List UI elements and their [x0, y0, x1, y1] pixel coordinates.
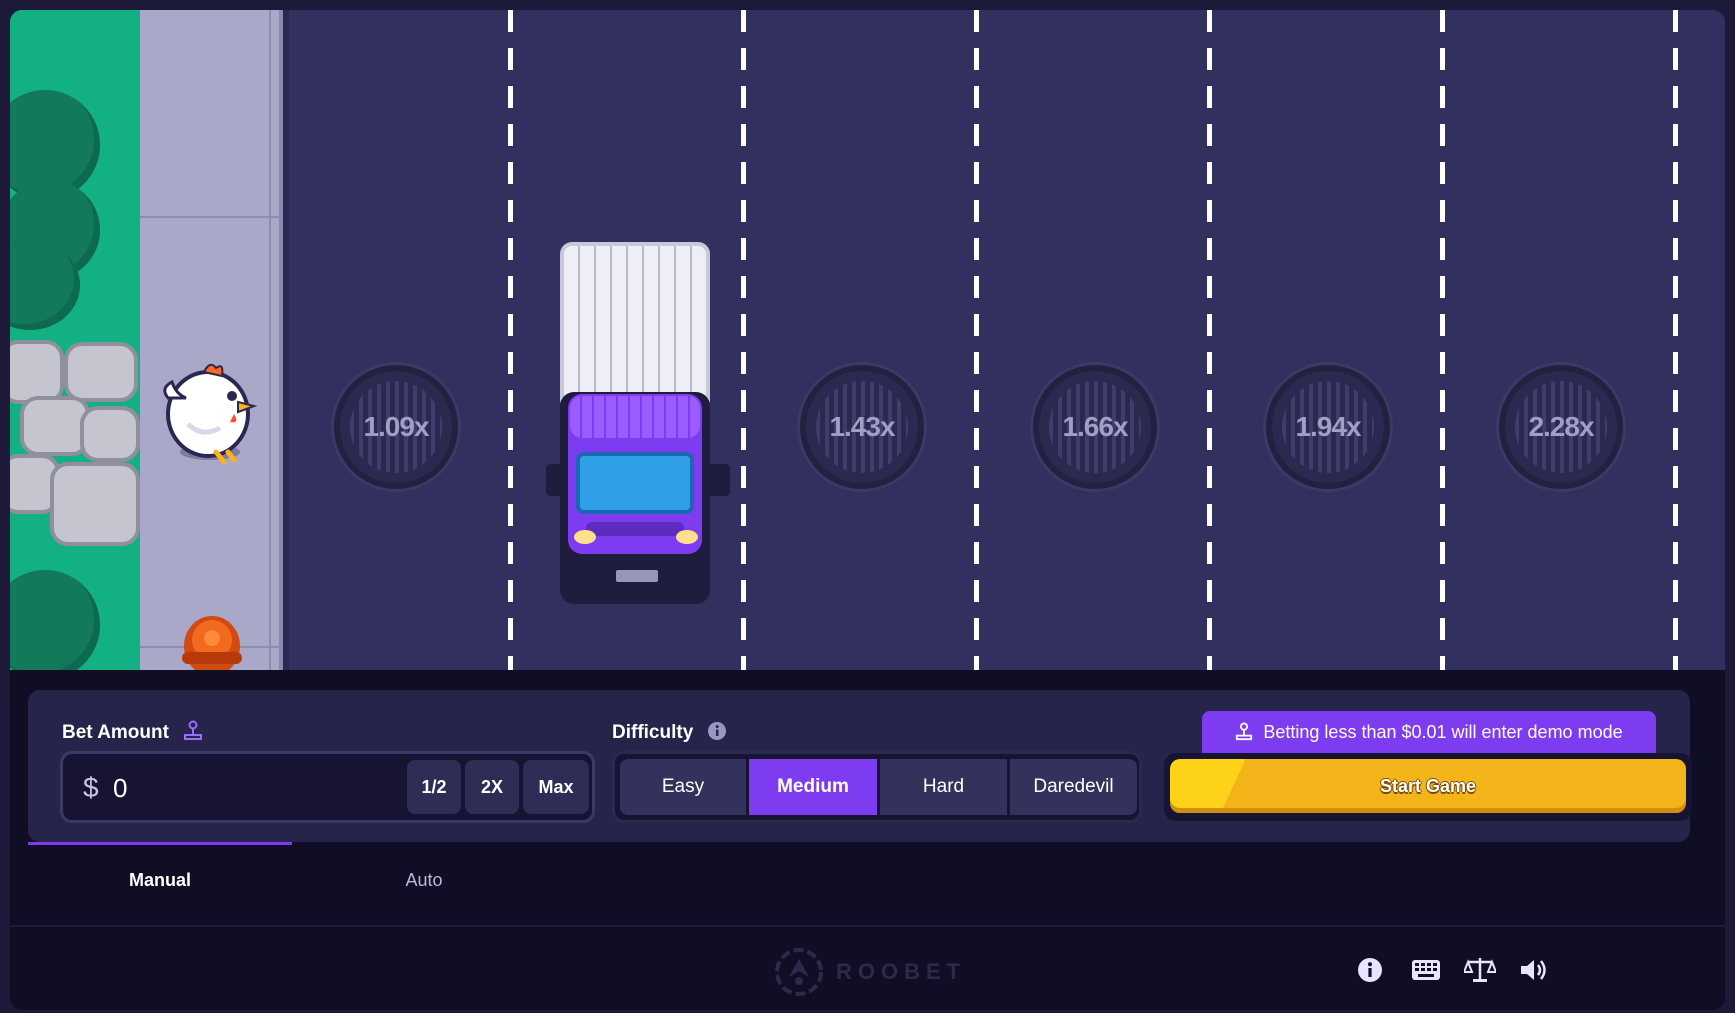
half-bet-button[interactable]: 1/2: [407, 760, 461, 814]
game-frame: 1.09x 1.43x 1.66x 1.94x 2.28x Bet Amount…: [10, 10, 1725, 1010]
max-bet-button[interactable]: Max: [523, 760, 589, 814]
multiplier-manhole[interactable]: 2.28x: [1499, 365, 1623, 489]
lane-divider: [508, 10, 513, 670]
multiplier-label: 1.94x: [1295, 411, 1361, 442]
truck-headlight: [676, 530, 698, 544]
multiplier-manhole[interactable]: 1.09x: [334, 365, 458, 489]
truck: [546, 242, 730, 604]
sidewalk-joint: [140, 216, 279, 218]
sidewalk-curb-line: [269, 10, 271, 670]
brand-logo: ROOBET: [774, 944, 966, 1000]
multiplier-manhole[interactable]: 1.94x: [1266, 365, 1390, 489]
manhole-grate: 1.66x: [1049, 381, 1141, 473]
tab-auto[interactable]: Auto: [292, 870, 556, 891]
multiplier-label: 2.28x: [1528, 411, 1594, 442]
tab-manual[interactable]: Manual: [28, 870, 292, 891]
currency-symbol: $: [83, 772, 99, 803]
keyboard-icon[interactable]: [1406, 950, 1446, 990]
active-tab-indicator: [28, 842, 292, 845]
difficulty-easy-button[interactable]: Easy: [620, 759, 746, 815]
difficulty-selector: Easy Medium Hard Daredevil: [612, 751, 1142, 823]
multiplier-label: 1.09x: [363, 411, 429, 442]
lane-divider: [741, 10, 746, 670]
stone: [64, 342, 138, 402]
joystick-icon: [1236, 722, 1253, 741]
truck-windshield: [576, 452, 694, 514]
demo-mode-text: Betting less than $0.01 will enter demo …: [1263, 721, 1623, 742]
difficulty-hard-button[interactable]: Hard: [880, 759, 1007, 815]
stone: [80, 406, 140, 462]
mode-tabs: Manual Auto: [28, 842, 1690, 932]
bet-amount-input[interactable]: [113, 766, 363, 810]
difficulty-label: Difficulty: [612, 722, 694, 743]
control-panel: Bet Amount $ 1/2 2X Max Difficulty Easy …: [28, 690, 1692, 842]
difficulty-daredevil-button[interactable]: Daredevil: [1010, 759, 1137, 815]
lane-divider: [1207, 10, 1212, 670]
manhole-grate: 1.09x: [350, 381, 442, 473]
truck-cargo-box: [560, 242, 710, 412]
truck-mirror: [706, 464, 730, 496]
difficulty-medium-button[interactable]: Medium: [749, 759, 877, 815]
brand-name: ROOBET: [836, 959, 967, 984]
fairness-scale-icon[interactable]: [1460, 950, 1500, 990]
stone: [10, 340, 64, 404]
multiplier-manhole[interactable]: 1.66x: [1033, 365, 1157, 489]
start-game-button[interactable]: Start Game: [1170, 759, 1686, 813]
volume-icon[interactable]: [1514, 950, 1554, 990]
road-edge: [283, 10, 289, 670]
manhole-grate: 2.28x: [1515, 381, 1607, 473]
fire-hydrant-icon: [182, 616, 242, 670]
stone: [50, 462, 140, 546]
truck-cab-roof: [570, 396, 700, 438]
multiplier-manhole[interactable]: 1.43x: [800, 365, 924, 489]
lane-divider: [974, 10, 979, 670]
truck-mirror: [546, 464, 570, 496]
info-icon[interactable]: [707, 721, 727, 741]
roobet-logo-icon: [775, 948, 823, 996]
bet-amount-label: Bet Amount: [62, 722, 169, 743]
demo-mode-notice: Betting less than $0.01 will enter demo …: [1202, 711, 1656, 753]
sidewalk: [140, 10, 283, 670]
truck-plate: [616, 570, 658, 582]
chicken-player-icon: [163, 363, 258, 465]
multiplier-label: 1.66x: [1062, 411, 1128, 442]
footer-divider: [10, 925, 1725, 927]
info-icon[interactable]: [1350, 950, 1390, 990]
truck-grille: [586, 522, 684, 536]
multiplier-label: 1.43x: [829, 411, 895, 442]
double-bet-button[interactable]: 2X: [465, 760, 519, 814]
start-button-wrap: Start Game: [1164, 753, 1692, 821]
truck-headlight: [574, 530, 596, 544]
lane-divider: [1673, 10, 1678, 670]
bet-amount-field: $ 1/2 2X Max: [60, 751, 595, 823]
game-board: 1.09x 1.43x 1.66x 1.94x 2.28x: [10, 10, 1725, 670]
manhole-grate: 1.94x: [1282, 381, 1374, 473]
lane-divider: [1440, 10, 1445, 670]
joystick-icon: [184, 720, 202, 740]
manhole-grate: 1.43x: [816, 381, 908, 473]
